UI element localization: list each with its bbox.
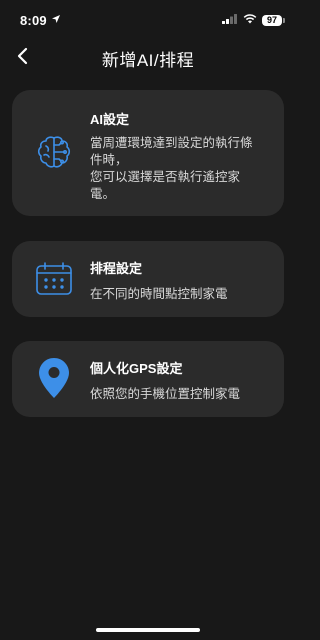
ai-settings-card[interactable]: AI設定 當周遭環境達到設定的執行條 件時， 您可以選擇是否執行遙控家 電。 (12, 90, 284, 216)
location-arrow-icon (51, 11, 61, 29)
gps-settings-description: 依照您的手機位置控制家電 (90, 386, 272, 403)
gps-settings-title: 個人化GPS設定 (90, 361, 183, 376)
schedule-settings-card[interactable]: 排程設定 在不同的時間點控制家電 (12, 241, 284, 317)
ai-settings-description: 當周遭環境達到設定的執行條 件時， 您可以選擇是否執行遙控家 電。 (90, 135, 272, 203)
page-title: 新增AI/排程 (101, 50, 195, 70)
signal-icon (222, 11, 238, 29)
description-line: 件時， (90, 153, 128, 167)
gps-settings-card[interactable]: 個人化GPS設定 依照您的手機位置控制家電 (12, 341, 284, 417)
calendar-icon (34, 259, 74, 299)
home-indicator (96, 628, 200, 632)
brain-icon (34, 132, 74, 172)
description-line: 電。 (90, 187, 116, 201)
status-time: 8:09 (20, 12, 47, 28)
status-right: 97 (222, 11, 285, 29)
description-line: 在不同的時間點控制家電 (90, 287, 228, 301)
back-button[interactable] (8, 44, 36, 72)
description-line: 依照您的手機位置控制家電 (90, 387, 241, 401)
description-line: 您可以選擇是否執行遙控家 (90, 170, 241, 184)
status-bar: 8:09 97 (0, 0, 296, 40)
battery-icon: 97 (262, 14, 285, 26)
chevron-left-icon (16, 47, 28, 70)
ai-settings-title: AI設定 (90, 112, 130, 127)
schedule-settings-description: 在不同的時間點控制家電 (90, 286, 272, 303)
schedule-settings-title: 排程設定 (90, 261, 143, 276)
status-left: 8:09 (20, 11, 61, 29)
map-pin-icon (34, 358, 74, 398)
nav-bar: 新增AI/排程 (0, 40, 296, 76)
description-line: 當周遭環境達到設定的執行條 (90, 136, 253, 150)
wifi-icon (243, 11, 257, 29)
